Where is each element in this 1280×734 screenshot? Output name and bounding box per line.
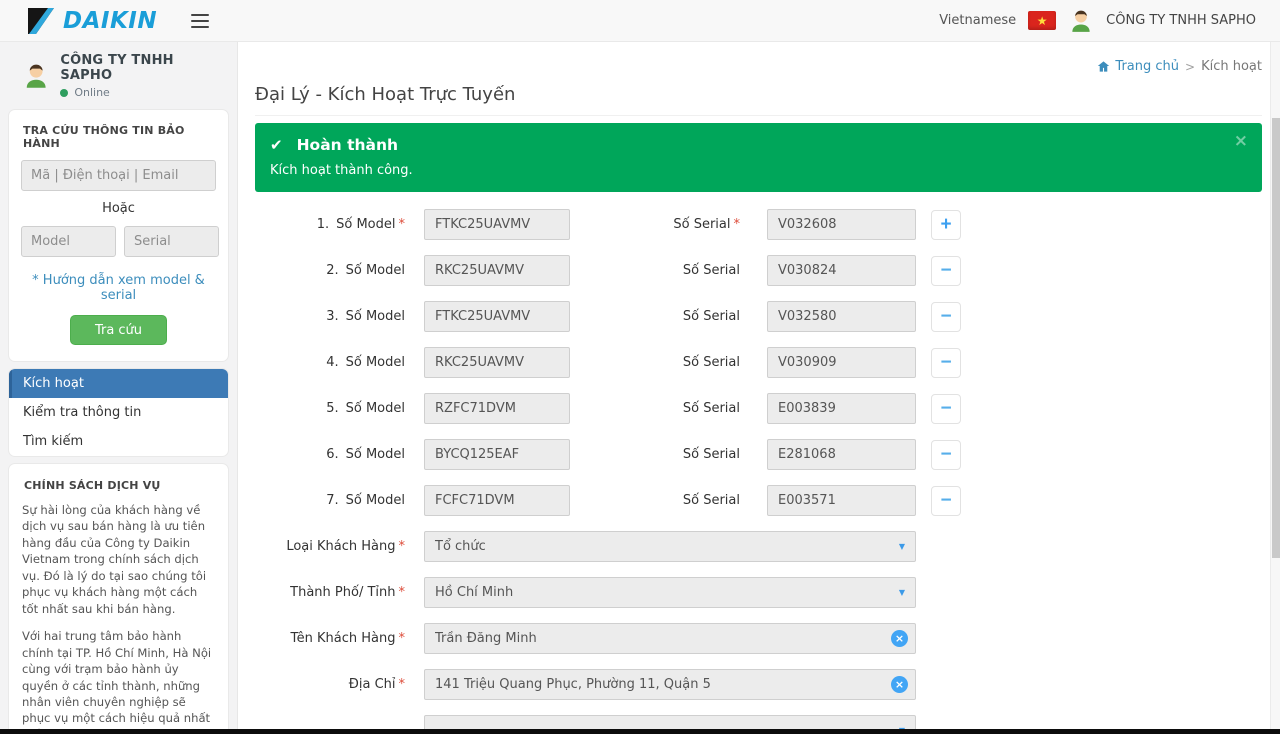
clear-icon[interactable]: × (891, 630, 908, 647)
serial-search-input[interactable] (124, 226, 219, 257)
remove-row-button[interactable]: − (931, 440, 961, 470)
scrollbar-thumb[interactable] (1272, 118, 1280, 558)
minus-icon: − (940, 261, 951, 280)
close-icon[interactable]: × (1234, 133, 1248, 150)
product-row-2: 2.Số Model Số Serial − (255, 255, 1262, 286)
product-row-5: 5.Số Model Số Serial − (255, 393, 1262, 424)
remove-row-button[interactable]: − (931, 348, 961, 378)
model-input[interactable] (424, 485, 570, 516)
sidebar-item-kiem-tra-thong-tin[interactable]: Kiểm tra thông tin (9, 398, 228, 427)
customer-name-input[interactable] (424, 623, 916, 654)
or-label: Hoặc (21, 201, 216, 216)
breadcrumb-home-link[interactable]: Trang chủ (1097, 59, 1179, 74)
minus-icon: − (940, 307, 951, 326)
bottom-edge-bar (0, 729, 1280, 734)
model-search-input[interactable] (21, 226, 116, 257)
plus-icon: + (940, 215, 951, 234)
customer-type-select[interactable]: Tổ chức (424, 531, 916, 562)
daikin-warranty-app: DAIKIN Vietnamese ★ CÔNG TY TNHH SAPHO (0, 0, 1280, 734)
customer-name-row: Tên Khách Hàng* × (255, 623, 1262, 654)
topbar-right: Vietnamese ★ CÔNG TY TNHH SAPHO (939, 8, 1256, 34)
sidebar-user-name: CÔNG TY TNHH SAPHO (60, 53, 221, 83)
model-input[interactable] (424, 301, 570, 332)
topbar-user-name[interactable]: CÔNG TY TNHH SAPHO (1106, 13, 1256, 28)
daikin-logo[interactable]: DAIKIN (28, 8, 157, 34)
check-icon: ✔ (270, 136, 283, 154)
success-alert: ✔ Hoàn thành Kích hoạt thành công. × (255, 123, 1262, 192)
minus-icon: − (940, 491, 951, 510)
product-row-4: 4.Số Model Số Serial − (255, 347, 1262, 378)
breadcrumb: Trang chủ > Kích hoạt (255, 42, 1262, 76)
customer-type-row: Loại Khách Hàng* Tổ chức ▼ (255, 531, 1262, 562)
policy-paragraph: Sự hài lòng của khách hàng về dịch vụ sa… (22, 502, 215, 617)
product-row-3: 3.Số Model Số Serial − (255, 301, 1262, 332)
remove-row-button[interactable]: − (931, 256, 961, 286)
model-input[interactable] (424, 255, 570, 286)
sidebar-user-panel: CÔNG TY TNHH SAPHO Online (0, 42, 237, 109)
model-serial-guide-link[interactable]: * Hướng dẫn xem model & serial (21, 273, 216, 303)
model-input[interactable] (424, 393, 570, 424)
minus-icon: − (940, 445, 951, 464)
search-panel-title: TRA CỨU THÔNG TIN BẢO HÀNH (23, 124, 216, 150)
topbar: DAIKIN Vietnamese ★ CÔNG TY TNHH SAPHO (0, 0, 1280, 42)
sidebar: CÔNG TY TNHH SAPHO Online TRA CỨU THÔNG … (0, 42, 238, 734)
user-avatar[interactable] (1068, 8, 1094, 34)
product-row-7: 7.Số Model Số Serial − (255, 485, 1262, 516)
policy-title: CHÍNH SÁCH DỊCH VỤ (24, 479, 215, 492)
language-selector[interactable]: Vietnamese (939, 13, 1016, 28)
model-input[interactable] (424, 439, 570, 470)
daikin-logo-icon (28, 8, 58, 34)
policy-paragraph: Với hai trung tâm bảo hành chính tại TP.… (22, 628, 215, 734)
minus-icon: − (940, 399, 951, 418)
online-status-icon (60, 89, 68, 97)
serial-input[interactable] (767, 301, 916, 332)
alert-message: Kích hoạt thành công. (270, 163, 1247, 178)
city-select[interactable]: Hồ Chí Minh (424, 577, 916, 608)
clear-icon[interactable]: × (891, 676, 908, 693)
remove-row-button[interactable]: − (931, 394, 961, 424)
serial-input[interactable] (767, 209, 916, 240)
user-status: Online (60, 86, 221, 99)
sidebar-item-kich-hoat[interactable]: Kích hoạt (9, 369, 228, 398)
add-row-button[interactable]: + (931, 210, 961, 240)
service-policy-panel: CHÍNH SÁCH DỊCH VỤ Sự hài lòng của khách… (8, 463, 229, 734)
brand-name: DAIKIN (63, 8, 157, 34)
vertical-scrollbar (1270, 42, 1280, 734)
product-row-6: 6.Số Model Số Serial − (255, 439, 1262, 470)
city-row: Thành Phố/ Tỉnh* Hồ Chí Minh ▼ (255, 577, 1262, 608)
sidebar-item-tim-kiem[interactable]: Tìm kiếm (9, 427, 228, 456)
serial-input[interactable] (767, 347, 916, 378)
breadcrumb-current: Kích hoạt (1201, 59, 1262, 74)
model-input[interactable] (424, 347, 570, 378)
serial-input[interactable] (767, 255, 916, 286)
vietnam-flag-icon[interactable]: ★ (1028, 11, 1056, 30)
alert-title: ✔ Hoàn thành (270, 136, 1247, 154)
keyword-search-input[interactable] (21, 160, 216, 191)
hamburger-icon[interactable] (191, 14, 209, 28)
search-button[interactable]: Tra cứu (70, 315, 167, 345)
home-icon (1097, 60, 1110, 73)
serial-input[interactable] (767, 439, 916, 470)
activation-form: ✔ Hoàn thành Kích hoạt thành công. × 1.S… (255, 115, 1262, 734)
address-input[interactable] (424, 669, 916, 700)
minus-icon: − (940, 353, 951, 372)
main-content: Trang chủ > Kích hoạt Đại Lý - Kích Hoạt… (238, 42, 1280, 734)
product-row-1: 1.Số Model* Số Serial* + (255, 209, 1262, 240)
model-input[interactable] (424, 209, 570, 240)
serial-input[interactable] (767, 485, 916, 516)
sidebar-menu: Kích hoạt Kiểm tra thông tin Tìm kiếm (8, 368, 229, 457)
page-title: Đại Lý - Kích Hoạt Trực Tuyến (255, 84, 1262, 105)
address-row: Địa Chỉ* × (255, 669, 1262, 700)
remove-row-button[interactable]: − (931, 302, 961, 332)
serial-input[interactable] (767, 393, 916, 424)
warranty-search-panel: TRA CỨU THÔNG TIN BẢO HÀNH Hoặc * Hướng … (8, 109, 229, 362)
breadcrumb-separator: > (1185, 60, 1195, 74)
remove-row-button[interactable]: − (931, 486, 961, 516)
sidebar-avatar (22, 61, 50, 91)
